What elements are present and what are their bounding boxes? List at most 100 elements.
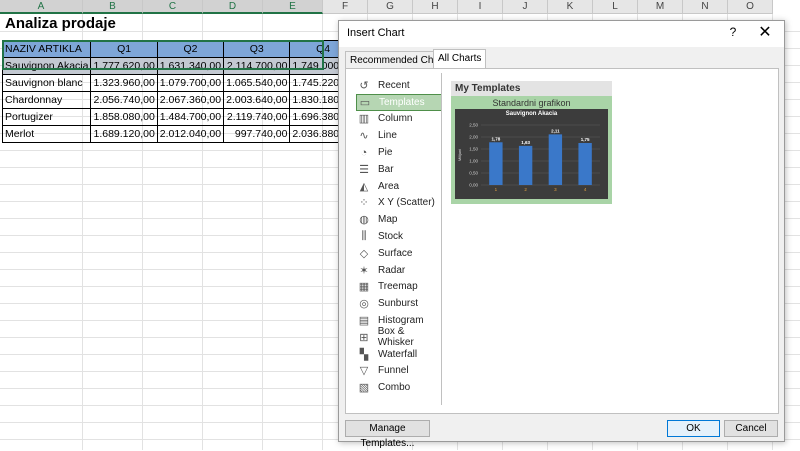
folder-icon: ▭ xyxy=(359,96,371,109)
column-header-g[interactable]: G xyxy=(368,0,413,14)
chart-type-waterfall[interactable]: ▚ Waterfall xyxy=(356,346,442,363)
column-header-m[interactable]: M xyxy=(638,0,683,14)
cell-q2[interactable]: 1.079.700,00 xyxy=(156,74,225,92)
chart-type-surface[interactable]: ◇ Surface xyxy=(356,245,442,262)
header-q2[interactable]: Q2 xyxy=(156,40,225,58)
column-header-h[interactable]: H xyxy=(413,0,458,14)
pie-chart-icon: ◔ xyxy=(360,146,368,159)
close-button[interactable]: ✕ xyxy=(754,23,776,45)
chart-type-recent[interactable]: ↺ Recent xyxy=(356,77,442,94)
cell-q1[interactable]: 1.777.620,00 xyxy=(90,57,158,75)
column-header-l[interactable]: L xyxy=(593,0,638,14)
chart-type-label: Area xyxy=(378,180,400,192)
column-header-c[interactable]: C xyxy=(143,0,203,14)
data-label: 1,75 xyxy=(581,137,590,142)
chart-type-pie[interactable]: ◔ Pie xyxy=(356,144,442,161)
chart-type-label: Stock xyxy=(378,231,404,243)
data-label: 1,78 xyxy=(491,136,500,141)
table-row: Portugizer 1.858.080,00 1.484.700,00 2.1… xyxy=(1,108,357,126)
scatter-chart-icon: ⁘ xyxy=(359,197,369,210)
chart-type-box-whisker[interactable]: ⊞ Box & Whisker xyxy=(356,326,442,348)
column-chart-icon: ▥ xyxy=(358,113,370,126)
header-q1[interactable]: Q1 xyxy=(90,40,158,58)
histogram-chart-icon: ▤ xyxy=(358,315,370,328)
chart-type-label: Map xyxy=(378,214,398,226)
column-header-j[interactable]: J xyxy=(503,0,548,14)
cell-q1[interactable]: 1.858.080,00 xyxy=(90,108,158,126)
cancel-button[interactable]: Cancel xyxy=(724,420,778,437)
recent-icon: ↺ xyxy=(359,79,369,92)
chart-type-label: Treemap xyxy=(378,281,418,293)
sheet-title[interactable]: Analiza prodaje xyxy=(5,15,116,32)
table-header-row: NAZIV ARTIKLA Q1 Q2 Q3 Q4 xyxy=(1,40,357,58)
column-header-d[interactable]: D xyxy=(203,0,263,14)
header-naziv-artikla[interactable]: NAZIV ARTIKLA xyxy=(1,40,92,58)
cell-name[interactable]: Sauvignon Akacia xyxy=(1,57,92,75)
chart-type-label: Histogram xyxy=(378,315,424,327)
chart-type-templates[interactable]: ▭ Templates xyxy=(356,93,442,111)
chart-type-label: Column xyxy=(378,113,413,125)
cell-name[interactable]: Chardonnay xyxy=(1,91,92,109)
help-button[interactable]: ? xyxy=(724,25,742,43)
chart-type-bar[interactable]: ☰ Bar xyxy=(356,161,442,178)
cell-name[interactable]: Sauvignon blanc xyxy=(1,74,92,92)
combo-chart-icon: ▧ xyxy=(358,382,370,395)
chart-type-map[interactable]: ◍ Map xyxy=(356,211,442,228)
column-header-b[interactable]: B xyxy=(83,0,143,14)
chart-type-treemap[interactable]: ▦ Treemap xyxy=(356,279,442,296)
cell-q3[interactable]: 2.003.640,00 xyxy=(223,91,291,109)
chart-type-stock[interactable]: ⫼ Stock xyxy=(356,228,442,245)
chart-bar xyxy=(578,143,592,185)
cell-q3[interactable]: 2.114.700,00 xyxy=(223,57,291,75)
chart-svg: Milijuni 0,00 0,50 1,00 1,50 2,00 2,50 1,78 1 1,6… xyxy=(457,123,600,192)
dialog-title: Insert Chart xyxy=(347,27,405,39)
ok-button[interactable]: OK xyxy=(667,420,720,437)
cell-name[interactable]: Portugizer xyxy=(1,108,92,126)
tab-all-charts[interactable]: All Charts xyxy=(433,49,487,69)
area-chart-icon: ◭ xyxy=(359,180,369,193)
chart-type-label: Funnel xyxy=(378,365,409,377)
column-header-n[interactable]: N xyxy=(683,0,728,14)
column-header-e[interactable]: E xyxy=(263,0,323,14)
column-header-o[interactable]: O xyxy=(728,0,773,14)
chart-type-column[interactable]: ▥ Column xyxy=(356,111,442,128)
my-templates-header: My Templates xyxy=(451,81,612,96)
chart-type-x-y-scatter[interactable]: ⁘ X Y (Scatter) xyxy=(356,195,442,212)
stock-chart-icon: ⫼ xyxy=(361,230,367,243)
column-header-i[interactable]: I xyxy=(458,0,503,14)
column-header-a[interactable]: A xyxy=(0,0,83,14)
column-header-f[interactable]: F xyxy=(323,0,368,14)
chart-bar xyxy=(489,142,503,185)
cell-q3[interactable]: 2.119.740,00 xyxy=(223,108,291,126)
chart-type-label: Surface xyxy=(378,247,413,259)
cell-q1[interactable]: 1.323.960,00 xyxy=(90,74,158,92)
cell-q3[interactable]: 1.065.540,00 xyxy=(223,74,291,92)
y-tick-label: 2,50 xyxy=(469,123,478,128)
cell-q3[interactable]: 997.740,00 xyxy=(223,125,291,143)
chart-type-sunburst[interactable]: ◎ Sunburst xyxy=(356,295,442,312)
chart-type-line[interactable]: ∿ Line xyxy=(356,127,442,144)
chart-type-area[interactable]: ◭ Area xyxy=(356,178,442,195)
x-tick-label: 3 xyxy=(554,187,557,192)
surface-chart-icon: ◇ xyxy=(359,247,369,260)
dialog-titlebar[interactable]: Insert Chart ? ✕ xyxy=(339,21,784,47)
divider xyxy=(441,73,442,405)
cell-name[interactable]: Merlot xyxy=(1,125,92,143)
cell-q2[interactable]: 2.012.040,00 xyxy=(156,125,225,143)
cell-q2[interactable]: 1.484.700,00 xyxy=(156,108,225,126)
table-row: Sauvignon blanc 1.323.960,00 1.079.700,0… xyxy=(1,74,357,92)
chart-panel: ↺ Recent ▭ Templates ▥ Column ∿ Line ◔ Pie ☰ Bar ◭ Ar… xyxy=(345,68,779,414)
header-q3[interactable]: Q3 xyxy=(223,40,291,58)
cell-q2[interactable]: 2.067.360,00 xyxy=(156,91,225,109)
column-header-k[interactable]: K xyxy=(548,0,593,14)
chart-type-funnel[interactable]: ▽ Funnel xyxy=(356,363,442,380)
sunburst-chart-icon: ◎ xyxy=(359,298,369,311)
cell-q2[interactable]: 1.631.340,00 xyxy=(156,57,225,75)
template-card[interactable]: Standardni grafikon Sauvignon Akacia Mil… xyxy=(451,96,612,204)
cell-q1[interactable]: 2.056.740,00 xyxy=(90,91,158,109)
cell-q1[interactable]: 1.689.120,00 xyxy=(90,125,158,143)
manage-templates-button[interactable]: Manage Templates... xyxy=(345,420,430,449)
chart-type-radar[interactable]: ✶ Radar xyxy=(356,262,442,279)
waterfall-chart-icon: ▚ xyxy=(359,348,369,361)
chart-type-combo[interactable]: ▧ Combo xyxy=(356,379,442,396)
